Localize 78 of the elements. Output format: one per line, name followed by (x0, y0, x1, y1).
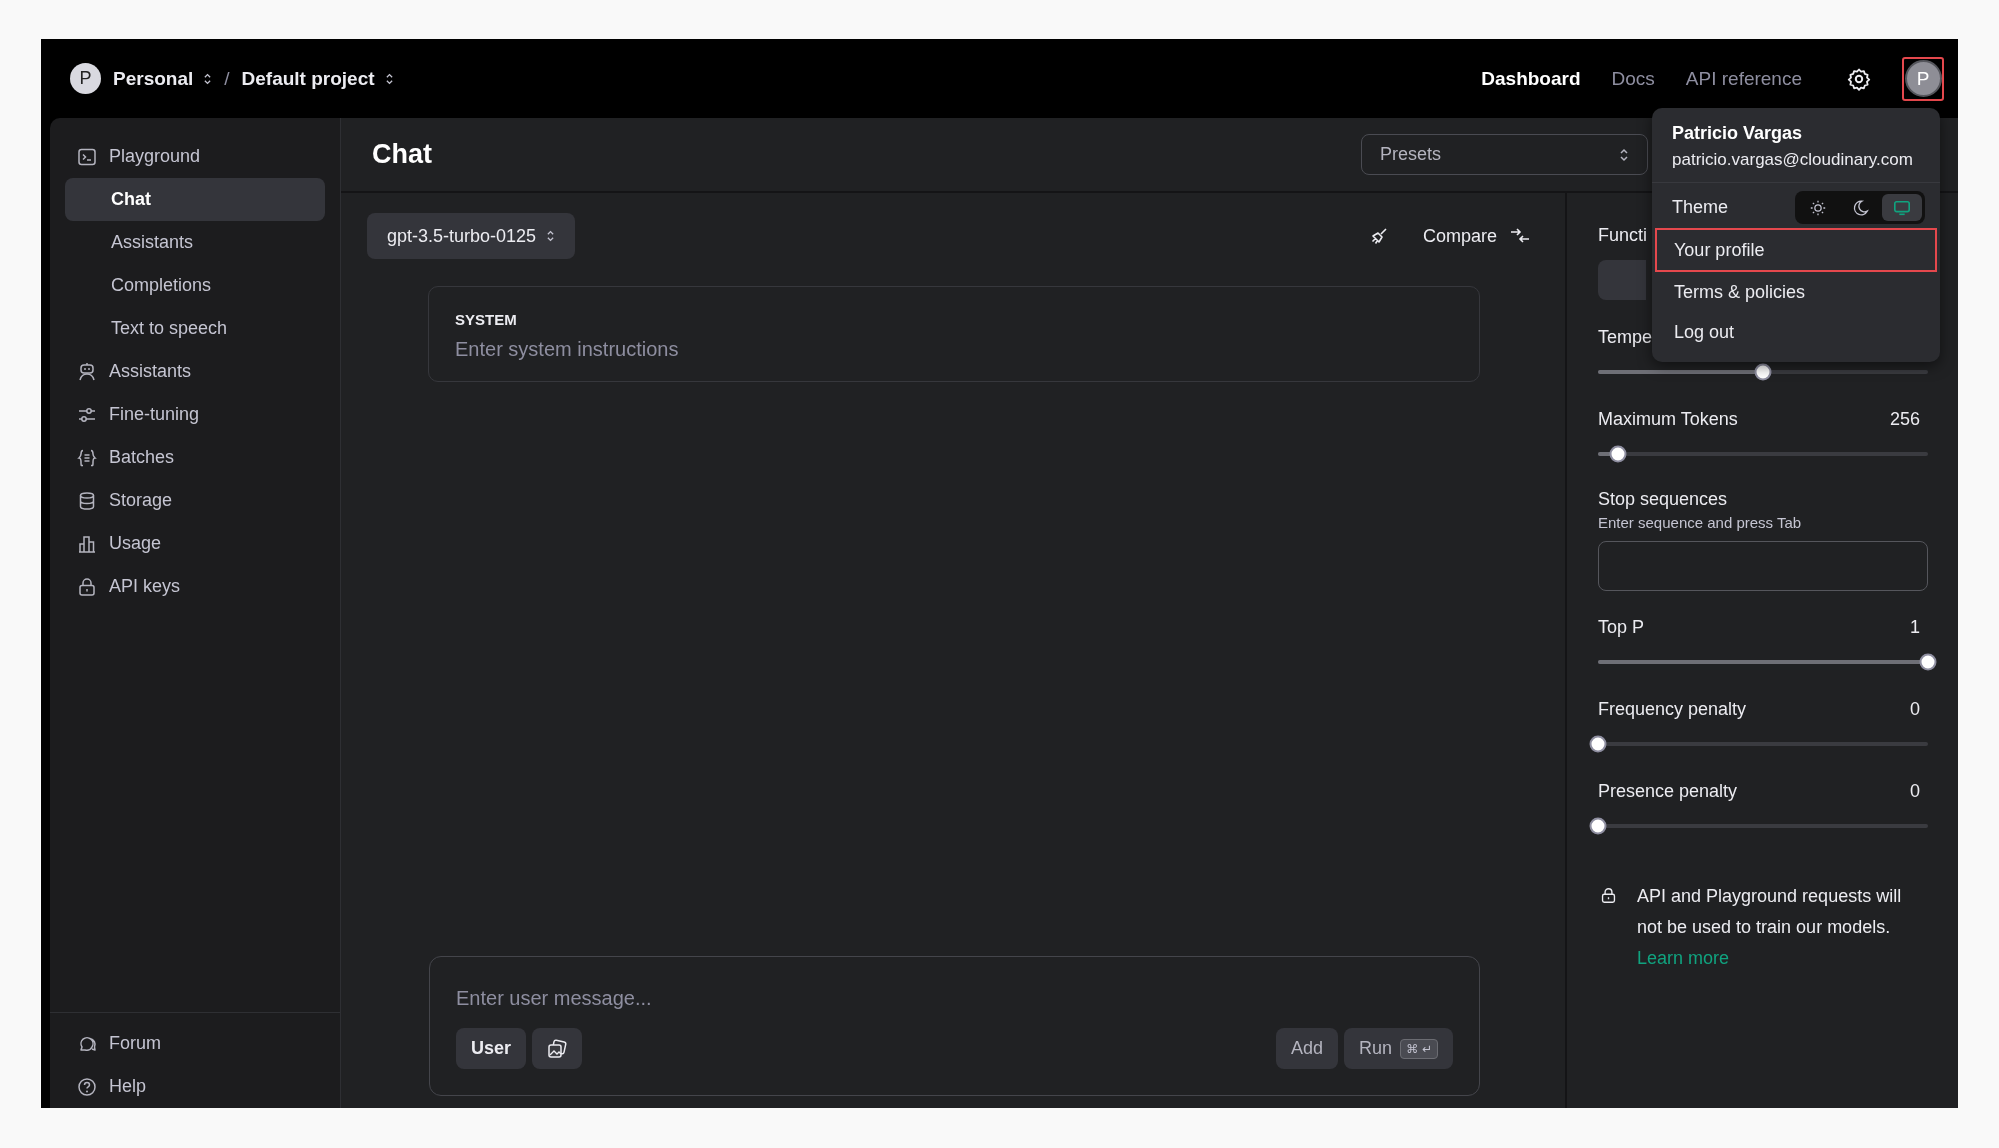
breadcrumb-switcher[interactable]: Personal (113, 67, 213, 90)
sidebar-item[interactable]: Forum (65, 1022, 325, 1065)
breadcrumb-switcher[interactable]: Default project (241, 67, 394, 90)
setting-label: Stop sequences (1598, 489, 1729, 510)
images-icon (547, 1038, 568, 1059)
run-button[interactable]: Run ⌘ ↵ (1344, 1028, 1453, 1069)
sidebar-item[interactable]: Batches (65, 436, 325, 479)
sidebar-item[interactable]: Playground (65, 135, 325, 178)
moon-icon (1851, 198, 1869, 217)
setting-value: 256 (1889, 409, 1920, 430)
breadcrumb-separator: / (224, 67, 230, 90)
setting-value: 1 (1910, 617, 1920, 638)
sidebar-item[interactable]: API keys (65, 565, 325, 608)
presets-select[interactable]: Presets (1361, 134, 1648, 175)
sidebar-item[interactable]: Fine-tuning (65, 393, 325, 436)
menu-item[interactable]: Your profile (1655, 228, 1937, 272)
page-title: Chat (372, 139, 432, 170)
compare-button[interactable]: Compare (1422, 225, 1531, 247)
sidebar-item[interactable]: Text to speech (65, 307, 325, 350)
role-button[interactable]: User (456, 1028, 527, 1069)
lock-icon (77, 576, 97, 597)
sidebar-item[interactable]: Usage (65, 522, 325, 565)
slider-thumb[interactable] (1609, 445, 1627, 462)
user-name: Patricio Vargas (1671, 123, 1804, 144)
settings-icon[interactable] (1847, 66, 1871, 91)
chevron-updown-icon (203, 71, 213, 86)
chevron-updown-icon (1619, 146, 1629, 163)
lock-icon (1600, 887, 1617, 904)
privacy-notice: API and Playground requests will not be used to train our models. Learn more (1637, 885, 1903, 970)
setting-label: Maximum Tokens (1598, 409, 1738, 430)
slider-thumb[interactable] (1589, 735, 1607, 752)
setting-label: Tempe (1598, 327, 1653, 348)
shortcut-badge: ⌘ ↵ (1400, 1038, 1438, 1059)
chevron-updown-icon (384, 71, 394, 86)
terminal-icon (77, 146, 97, 167)
sidebar-item[interactable]: Storage (65, 479, 325, 522)
slider-thumb[interactable] (1754, 363, 1772, 380)
nav-link[interactable]: Docs (1611, 67, 1655, 90)
image-upload-button[interactable] (532, 1028, 583, 1069)
setting-value: 0 (1910, 781, 1920, 802)
setting-label: Presence penalty (1598, 781, 1738, 802)
system-input[interactable]: Enter system instructions (455, 338, 1453, 361)
theme-label: Theme (1672, 197, 1729, 218)
menu-item[interactable]: Log out (1655, 312, 1937, 352)
menu-item[interactable]: Terms & policies (1655, 272, 1937, 312)
theme-option[interactable] (1882, 194, 1922, 221)
message-input[interactable]: Enter user message... (456, 987, 1453, 1010)
chevron-updown-icon (546, 229, 556, 243)
user-email: patricio.vargas@cloudinary.com (1671, 149, 1914, 170)
sidebar-item[interactable]: Assistants (65, 221, 325, 264)
sidebar-item[interactable]: Assistants (65, 350, 325, 393)
system-box[interactable]: SYSTEM Enter system instructions (428, 286, 1480, 382)
model-select[interactable]: gpt-3.5-turbo-0125 (367, 213, 576, 259)
monitor-icon (1893, 198, 1911, 217)
database-icon (77, 490, 97, 511)
slider-thumb[interactable] (1589, 817, 1607, 834)
braces-icon (77, 447, 97, 468)
setting-label: Top P (1598, 617, 1645, 638)
slider-thumb[interactable] (1919, 653, 1937, 670)
learn-more-link[interactable]: Learn more (1637, 948, 1730, 968)
system-label: SYSTEM (455, 311, 518, 328)
add-button[interactable]: Add (1276, 1028, 1339, 1069)
sun-icon (1809, 198, 1827, 217)
setting-label: Functi (1598, 225, 1649, 246)
field-hint: Enter sequence and press Tab (1598, 514, 1803, 531)
stop-sequences-field[interactable] (1598, 541, 1928, 591)
sidebar-item[interactable]: Completions (65, 264, 325, 307)
nav-link[interactable]: API reference (1685, 67, 1802, 90)
help-icon (77, 1076, 97, 1097)
org-avatar: P (70, 63, 101, 94)
nav-link[interactable]: Dashboard (1481, 67, 1581, 90)
bar-chart-icon (77, 533, 97, 554)
setting-value: 0 (1910, 699, 1920, 720)
sidebar-item[interactable]: Help (65, 1065, 325, 1108)
setting-label: Frequency penalty (1598, 699, 1747, 720)
message-box[interactable]: Enter user message... User Add Run ⌘ ↵ (429, 956, 1480, 1096)
robot-icon (77, 361, 97, 382)
sidebar-item[interactable]: Chat (65, 178, 325, 221)
